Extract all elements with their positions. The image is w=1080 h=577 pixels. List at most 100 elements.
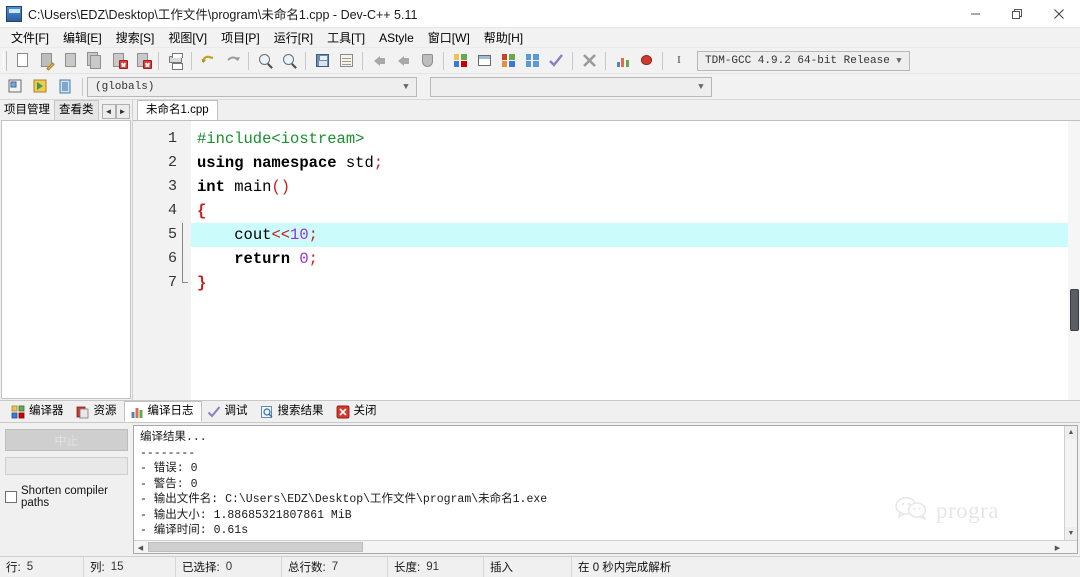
title-bar: C:\Users\EDZ\Desktop\工作文件\program\未命名1.c… — [0, 0, 1080, 28]
swap-header-source-button[interactable] — [54, 76, 77, 98]
code-editor[interactable]: 1 2 3 4 5 6 7 #include<iostream> using na… — [133, 120, 1080, 400]
bookmark-button[interactable] — [335, 50, 357, 72]
scroll-right-button[interactable]: ▶ — [1051, 541, 1064, 554]
app-icon — [6, 5, 22, 22]
log-hscroll-thumb[interactable] — [148, 542, 363, 552]
scope-combo-value: (globals) — [95, 80, 155, 93]
debug-button[interactable] — [635, 50, 657, 72]
menu-run[interactable]: 运行[R] — [267, 28, 320, 48]
redo-button[interactable] — [221, 50, 243, 72]
menu-help[interactable]: 帮助[H] — [477, 28, 530, 48]
open-file-button[interactable] — [35, 50, 57, 72]
tab-compile-log[interactable]: 编译日志 — [123, 401, 202, 422]
shorten-paths-row[interactable]: Shorten compiler paths — [5, 485, 128, 509]
scope-combo[interactable]: (globals) ▼ — [87, 76, 417, 97]
editor-scroll-thumb[interactable] — [1070, 289, 1079, 331]
rebuild-button[interactable] — [521, 50, 543, 72]
new-file-button[interactable] — [11, 50, 33, 72]
minimize-button[interactable] — [954, 0, 996, 28]
compile-log-view[interactable]: 编译结果... -------- - 错误: 0 - 警告: 0 - 输出文件名… — [133, 425, 1078, 554]
tab-close-panel[interactable]: 关闭 — [331, 402, 384, 421]
menu-search[interactable]: 搜索[S] — [109, 28, 162, 48]
status-total-lines-key: 总行数: — [288, 562, 326, 574]
status-length-key: 长度: — [394, 562, 421, 574]
menu-view[interactable]: 视图[V] — [161, 28, 214, 48]
compiler-set-combo[interactable]: TDM-GCC 4.9.2 64-bit Release ▼ — [697, 50, 910, 71]
code-line[interactable]: #include<iostream> — [191, 127, 1080, 151]
code-line[interactable]: int main() — [191, 175, 1080, 199]
close-all-button[interactable] — [131, 50, 153, 72]
editor-tab-untitled1[interactable]: 未命名1.cpp — [137, 100, 218, 120]
left-panel: 项目管理 查看类 ◄ ► — [0, 100, 133, 400]
compile-run-button[interactable] — [497, 50, 519, 72]
goto-definition-button[interactable] — [29, 76, 52, 98]
close-all-icon — [134, 52, 152, 69]
scroll-down-button[interactable]: ▼ — [1065, 527, 1077, 540]
print-button[interactable] — [164, 50, 186, 72]
menu-astyle[interactable]: AStyle — [372, 28, 421, 48]
nav-forward-button[interactable] — [392, 50, 414, 72]
tab-prev-button[interactable]: ◄ — [101, 104, 116, 119]
profile-button[interactable] — [611, 50, 633, 72]
toolbar-separator-5 — [362, 51, 363, 70]
window-controls — [954, 0, 1080, 28]
text-cursor-icon: I — [677, 54, 681, 66]
code-line[interactable]: using namespace std; — [191, 151, 1080, 175]
nav-back-button[interactable] — [368, 50, 390, 72]
tab-compiler[interactable]: 编译器 — [6, 402, 71, 421]
goto-declaration-button[interactable] — [4, 76, 27, 98]
toolbar-gripper[interactable] — [3, 50, 7, 71]
close-file-button[interactable] — [107, 50, 129, 72]
scroll-up-button[interactable]: ▲ — [1065, 426, 1077, 439]
window-title: C:\Users\EDZ\Desktop\工作文件\program\未命名1.c… — [28, 8, 418, 22]
class-browser-tree[interactable] — [1, 120, 131, 399]
goto-line-button[interactable] — [311, 50, 333, 72]
code-token: ; — [308, 226, 318, 244]
menu-project[interactable]: 项目[P] — [214, 28, 267, 48]
code-line[interactable]: { — [191, 199, 1080, 223]
bottom-panel-tabs: 编译器 资源 编译日志 调试 搜索结果 关闭 — [0, 401, 1080, 422]
editor-vertical-scrollbar[interactable] — [1068, 121, 1080, 400]
find-button[interactable] — [254, 50, 276, 72]
menu-window[interactable]: 窗口[W] — [421, 28, 477, 48]
syntax-check-button[interactable] — [545, 50, 567, 72]
tab-project-manager[interactable]: 项目管理 — [0, 101, 54, 120]
member-combo[interactable]: ▼ — [430, 76, 712, 97]
abort-button[interactable]: 中止 — [5, 429, 128, 451]
code-line[interactable]: } — [191, 271, 1080, 295]
menu-file[interactable]: 文件[F] — [4, 28, 56, 48]
restore-button[interactable] — [996, 0, 1038, 28]
code-text-area[interactable]: #include<iostream> using namespace std; in… — [191, 121, 1080, 400]
replace-button[interactable] — [278, 50, 300, 72]
menu-tools[interactable]: 工具[T] — [320, 28, 372, 48]
tab-next-button[interactable]: ► — [115, 104, 130, 119]
tab-search-results[interactable]: 搜索结果 — [255, 402, 331, 421]
log-vertical-scrollbar[interactable]: ▲ ▼ — [1064, 426, 1077, 540]
scroll-left-button[interactable]: ◀ — [134, 541, 147, 554]
insert-mode-button[interactable]: I — [668, 50, 690, 72]
stop-execution-button[interactable] — [578, 50, 600, 72]
menu-edit[interactable]: 编辑[E] — [56, 28, 109, 48]
run-button[interactable] — [473, 50, 495, 72]
log-horizontal-scrollbar[interactable]: ◀ ▶ — [134, 540, 1077, 553]
save-file-button[interactable] — [59, 50, 81, 72]
close-button[interactable] — [1038, 0, 1080, 28]
main-body: 项目管理 查看类 ◄ ► 未命名1.cpp 1 2 3 4 5 6 7 #inc… — [0, 100, 1080, 400]
check-icon — [207, 405, 221, 419]
compile-button[interactable] — [449, 50, 471, 72]
tab-resources[interactable]: 资源 — [71, 402, 124, 421]
code-token: cout — [234, 226, 272, 244]
tab-class-browser[interactable]: 查看类 — [54, 100, 99, 120]
code-line[interactable]: cout<<10; — [191, 223, 1080, 247]
code-line[interactable]: return 0; — [191, 247, 1080, 271]
save-all-button[interactable] — [83, 50, 105, 72]
tab-debug[interactable]: 调试 — [202, 402, 255, 421]
status-bar: 行: 5 列: 15 已选择: 0 总行数: 7 长度: 91 插入 在 0 秒… — [0, 556, 1080, 577]
status-length: 长度: 91 — [388, 556, 484, 577]
fold-guide-line — [182, 223, 183, 283]
code-token: std — [345, 154, 374, 172]
undo-button[interactable] — [197, 50, 219, 72]
shorten-paths-checkbox[interactable] — [5, 491, 17, 503]
resource-icon — [76, 405, 90, 419]
nav-shield-button[interactable] — [416, 50, 438, 72]
